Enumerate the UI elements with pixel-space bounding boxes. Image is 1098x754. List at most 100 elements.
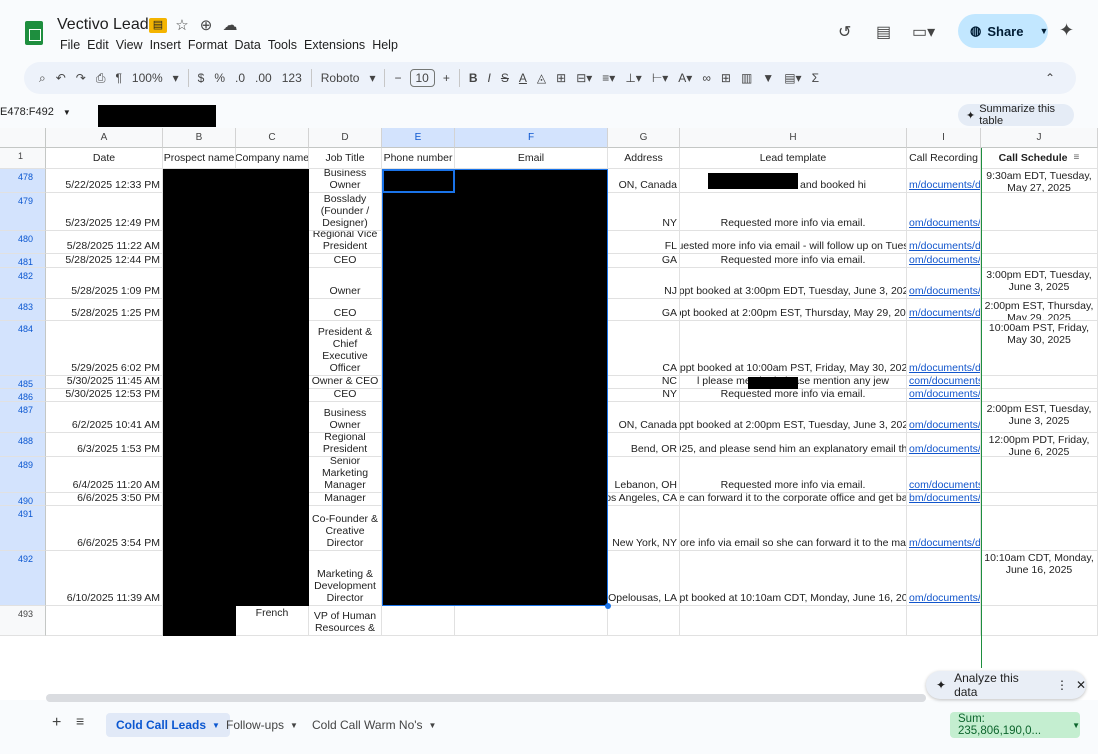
cell-rec[interactable]: m/documents/d [907, 321, 981, 376]
horizontal-align-icon[interactable]: ≡▾ [597, 71, 620, 85]
chevron-down-icon[interactable]: ▼ [429, 721, 437, 730]
insert-link-icon[interactable]: ∞ [697, 71, 716, 85]
gemini-sparkle-icon[interactable]: ✦ [1059, 20, 1074, 41]
cell-address[interactable]: GA [608, 254, 680, 268]
cell-sched[interactable]: 9:30am EDT, Tuesday, May 27, 2025 [981, 169, 1098, 193]
cell-sched[interactable]: 10:00am PST, Friday, May 30, 2025 [981, 321, 1098, 376]
name-box[interactable]: E478:F492 ▼ [0, 106, 71, 118]
cell-title[interactable]: Regional President [309, 433, 382, 457]
column-header-a[interactable]: A [46, 128, 163, 148]
more-formats-button[interactable]: 123 [277, 71, 307, 85]
cell-title[interactable]: Small Business Owner [309, 169, 382, 193]
menu-view[interactable]: View [113, 38, 147, 52]
borders-icon[interactable]: ⊞ [551, 71, 571, 85]
cell-email[interactable] [455, 606, 608, 636]
document-title[interactable]: Vectivo Leads [57, 16, 157, 34]
cell-sched[interactable]: 2:00pm EST, Tuesday, June 3, 2025 [981, 402, 1098, 433]
menu-file[interactable]: File [57, 38, 84, 52]
cell-sched[interactable] [981, 389, 1098, 402]
cell-phone[interactable] [382, 606, 455, 636]
insert-comment-icon[interactable]: ⊞ [716, 71, 736, 85]
cell-date[interactable]: 5/28/2025 1:09 PM [46, 268, 163, 299]
cell-sched[interactable] [981, 457, 1098, 493]
chevron-down-icon[interactable]: ▼ [63, 108, 71, 117]
row-header[interactable]: 492 [0, 551, 46, 606]
cell-rec[interactable]: om/documents/ [907, 389, 981, 402]
row-header[interactable]: 486 [0, 389, 46, 402]
cell-date[interactable]: 5/23/2025 12:49 PM [46, 193, 163, 231]
cell-sched[interactable]: 3:00pm EDT, Tuesday, June 3, 2025 [981, 268, 1098, 299]
share-button[interactable]: ◍ Share ▼ [958, 14, 1048, 48]
cell-date[interactable]: 6/3/2025 1:53 PM [46, 433, 163, 457]
redo-icon[interactable]: ↷ [71, 71, 91, 85]
filter-icon[interactable]: ▼ [757, 71, 779, 85]
zoom-select[interactable]: 100% [127, 71, 168, 85]
star-icon[interactable]: ☆ [173, 16, 191, 34]
cell-date[interactable]: 6/2/2025 10:41 AM [46, 402, 163, 433]
cell-company[interactable]: French [236, 606, 309, 636]
cell-lead[interactable]: Requested more info via email. [680, 389, 907, 402]
row-header[interactable]: 479 [0, 193, 46, 231]
cell-sched[interactable] [981, 606, 1098, 636]
horizontal-scrollbar[interactable] [46, 694, 926, 702]
cell-rec[interactable]: bm/documents/d [907, 493, 981, 506]
cell-date[interactable]: 5/22/2025 12:33 PM [46, 169, 163, 193]
row-header[interactable]: 488 [0, 433, 46, 457]
cell-lead[interactable]: Appt booked at 2:00pm EST, Tuesday, June… [680, 402, 907, 433]
cell-rec[interactable] [907, 606, 981, 636]
cell-address[interactable]: New York, NY [608, 506, 680, 551]
cell-title[interactable]: VP of Human Resources & [309, 606, 382, 636]
insert-chart-icon[interactable]: ▥ [736, 71, 757, 85]
cell-address[interactable]: NY [608, 389, 680, 402]
tab-follow-ups[interactable]: Follow-ups ▼ [216, 713, 308, 737]
cell-rec[interactable]: m/documents/d [907, 169, 981, 193]
cell-address[interactable]: Lebanon, OH [608, 457, 680, 493]
cell-lead[interactable]: Appt booked at 10:00am PST, Friday, May … [680, 321, 907, 376]
header-cell-sched[interactable]: Call Schedule ≡ [981, 148, 1098, 169]
cell-title[interactable]: Marketing & Development Director [309, 551, 382, 606]
cell-lead[interactable]: he can forward it to the corporate offic… [680, 493, 907, 506]
font-size-input[interactable]: 10 [409, 69, 435, 87]
cell-lead[interactable]: more info via email so she can forward i… [680, 506, 907, 551]
cell-title[interactable]: Owner & CEO [309, 376, 382, 389]
cell-date[interactable]: 6/4/2025 11:20 AM [46, 457, 163, 493]
header-cell-date[interactable]: Date [46, 148, 163, 169]
print-icon[interactable]: ⎙ [91, 71, 111, 86]
cell-rec[interactable]: com/documents/ [907, 376, 981, 389]
functions-button[interactable]: Σ [807, 71, 824, 85]
cell-lead[interactable]: 2025, and please send him an explanatory… [680, 433, 907, 457]
cell-sched[interactable] [981, 493, 1098, 506]
cell-address[interactable]: Opelousas, LA [608, 551, 680, 606]
row-header[interactable]: 480 [0, 231, 46, 254]
column-header-h[interactable]: H [680, 128, 907, 148]
cell-address[interactable]: CA [608, 321, 680, 376]
cell-sched[interactable] [981, 231, 1098, 254]
font-size-decrease-icon[interactable]: − [389, 71, 406, 85]
cell-sched[interactable]: 12:00pm PDT, Friday, June 6, 2025 [981, 433, 1098, 457]
version-history-icon[interactable]: ↺ [838, 22, 851, 42]
filter-views-icon[interactable]: ▤▾ [779, 71, 806, 85]
cell-title[interactable]: Studio Manager [309, 493, 382, 506]
row-header[interactable]: 482 [0, 268, 46, 299]
cell-address[interactable]: NC [608, 376, 680, 389]
cell-title[interactable]: Business Owner [309, 402, 382, 433]
cell-date[interactable]: 6/6/2025 3:54 PM [46, 506, 163, 551]
cell-lead[interactable]: Appt booked at 3:00pm EDT, Tuesday, June… [680, 268, 907, 299]
spreadsheet-grid[interactable]: A B C D E F G H I J 1 Date Prospect name Company name… [0, 128, 1098, 700]
font-size-increase-icon[interactable]: + [438, 71, 455, 85]
cell-lead[interactable]: Appt booked at 10:10am CDT, Monday, June… [680, 551, 907, 606]
header-cell-prospect[interactable]: Prospect name [163, 148, 236, 169]
undo-icon[interactable]: ↶ [51, 71, 71, 85]
merge-cells-icon[interactable]: ⊟▾ [571, 71, 597, 85]
collapse-toolbar-icon[interactable]: ⌃ [1040, 71, 1060, 85]
cell-rec[interactable]: om/documents/ [907, 551, 981, 606]
all-sheets-icon[interactable]: ≡ [76, 713, 84, 729]
cell-date[interactable]: 6/6/2025 3:50 PM [46, 493, 163, 506]
cell-address[interactable]: FL [608, 231, 680, 254]
cell-title[interactable]: Regional Vice President [309, 231, 382, 254]
cell-rec[interactable]: om/documents/ [907, 254, 981, 268]
cell-sched[interactable]: 2:00pm EST, Thursday, May 29, 2025 [981, 299, 1098, 321]
comments-icon[interactable]: ▤ [876, 22, 891, 42]
header-cell-rec[interactable]: Call Recording [907, 148, 981, 169]
cell-rec[interactable]: com/documents/ [907, 457, 981, 493]
